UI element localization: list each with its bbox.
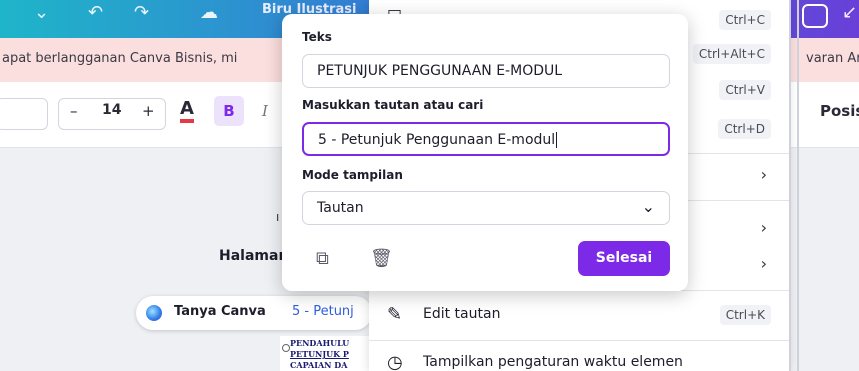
ask-canva-pill[interactable]: Tanya Canva 5 - Petunj	[136, 296, 372, 330]
menu-item-label: Edit tautan	[423, 306, 501, 322]
shortcut-copy-style: Ctrl+Alt+C	[692, 44, 771, 64]
link-editor-popup: Teks PETUNJUK PENGGUNAAN E-MODUL Masukka…	[282, 14, 688, 291]
link-url-value: 5 - Petunjuk Penggunaan E-modul	[318, 132, 556, 148]
undo-icon[interactable]: ↶	[88, 2, 103, 23]
menu-divider	[369, 340, 789, 341]
shortcut-duplicate: Ctrl+D	[718, 119, 771, 139]
banner-text-left: apat berlangganan Canva Bisnis, mi	[2, 51, 238, 66]
canva-ai-icon	[146, 305, 162, 321]
chevron-right-icon[interactable]: ›	[761, 218, 767, 237]
text-color-button[interactable]: A	[180, 98, 194, 123]
link-field-label: Masukkan tautan atau cari	[302, 98, 484, 112]
page-content-preview[interactable]: PENDAHULU PETUNJUK P CAPAIAN DA	[280, 336, 370, 371]
text-field-label: Teks	[302, 30, 332, 44]
chevron-down-icon: ⌄	[641, 197, 655, 216]
chevron-right-icon[interactable]: ›	[761, 254, 767, 273]
shortcut-edit-link: Ctrl+K	[719, 305, 771, 325]
share-arrow-icon[interactable]: ↙	[842, 2, 857, 23]
menu-item-edit-link[interactable]: ✎ Edit tautan Ctrl+K	[369, 295, 789, 335]
font-size-decrease-button[interactable]: –	[70, 102, 78, 120]
chevron-right-icon[interactable]: ›	[761, 165, 767, 184]
panel-divider	[789, 0, 791, 371]
display-mode-value: Tautan	[317, 200, 364, 216]
redo-icon[interactable]: ↷	[134, 2, 149, 23]
ask-canva-link[interactable]: 5 - Petunj	[292, 304, 354, 319]
ask-canva-label: Tanya Canva	[174, 304, 266, 319]
font-size-value[interactable]: 14	[102, 102, 121, 118]
text-caret	[556, 132, 558, 148]
menu-item-label: Tampilkan pengaturan waktu elemen	[423, 354, 683, 370]
page-line: CAPAIAN DA	[290, 360, 348, 370]
link-text-value: PETUNJUK PENGGUNAAN E-MODUL	[317, 63, 563, 79]
canvas-marker: ı	[276, 210, 280, 224]
trash-icon[interactable]: 🗑	[370, 248, 393, 269]
link-text-input[interactable]: PETUNJUK PENGGUNAAN E-MODUL	[302, 54, 670, 88]
cloud-check-icon[interactable]: ☁	[200, 2, 218, 23]
pencil-icon: ✎	[387, 304, 403, 325]
bold-button[interactable]: B	[214, 96, 244, 126]
banner-text-right: varan An	[806, 51, 859, 66]
position-button[interactable]: Posis	[820, 102, 859, 120]
chevron-down-icon[interactable]: ⌄	[34, 2, 49, 23]
panel-divider	[797, 0, 799, 371]
font-family-select[interactable]	[0, 98, 48, 130]
italic-button[interactable]: I	[262, 102, 268, 120]
page-line: PENDAHULU	[290, 338, 350, 348]
done-button[interactable]: Selesai	[578, 241, 670, 276]
display-mode-select[interactable]: Tautan ⌄	[302, 191, 670, 225]
page-label: Halamar	[219, 248, 286, 264]
menu-item-timing[interactable]: ◷ Tampilkan pengaturan waktu elemen	[369, 343, 789, 371]
clock-icon: ◷	[387, 352, 403, 371]
selection-handle[interactable]	[282, 344, 290, 352]
comment-icon[interactable]	[802, 4, 828, 28]
shortcut-copy: Ctrl+C	[719, 10, 771, 30]
page-line-link[interactable]: PETUNJUK P	[290, 349, 349, 359]
font-size-increase-button[interactable]: +	[142, 102, 155, 120]
shortcut-paste: Ctrl+V	[719, 80, 771, 100]
display-mode-label: Mode tampilan	[302, 168, 403, 182]
copy-link-icon[interactable]: ⧉	[316, 248, 329, 269]
link-url-input[interactable]: 5 - Petunjuk Penggunaan E-modul	[302, 122, 670, 156]
